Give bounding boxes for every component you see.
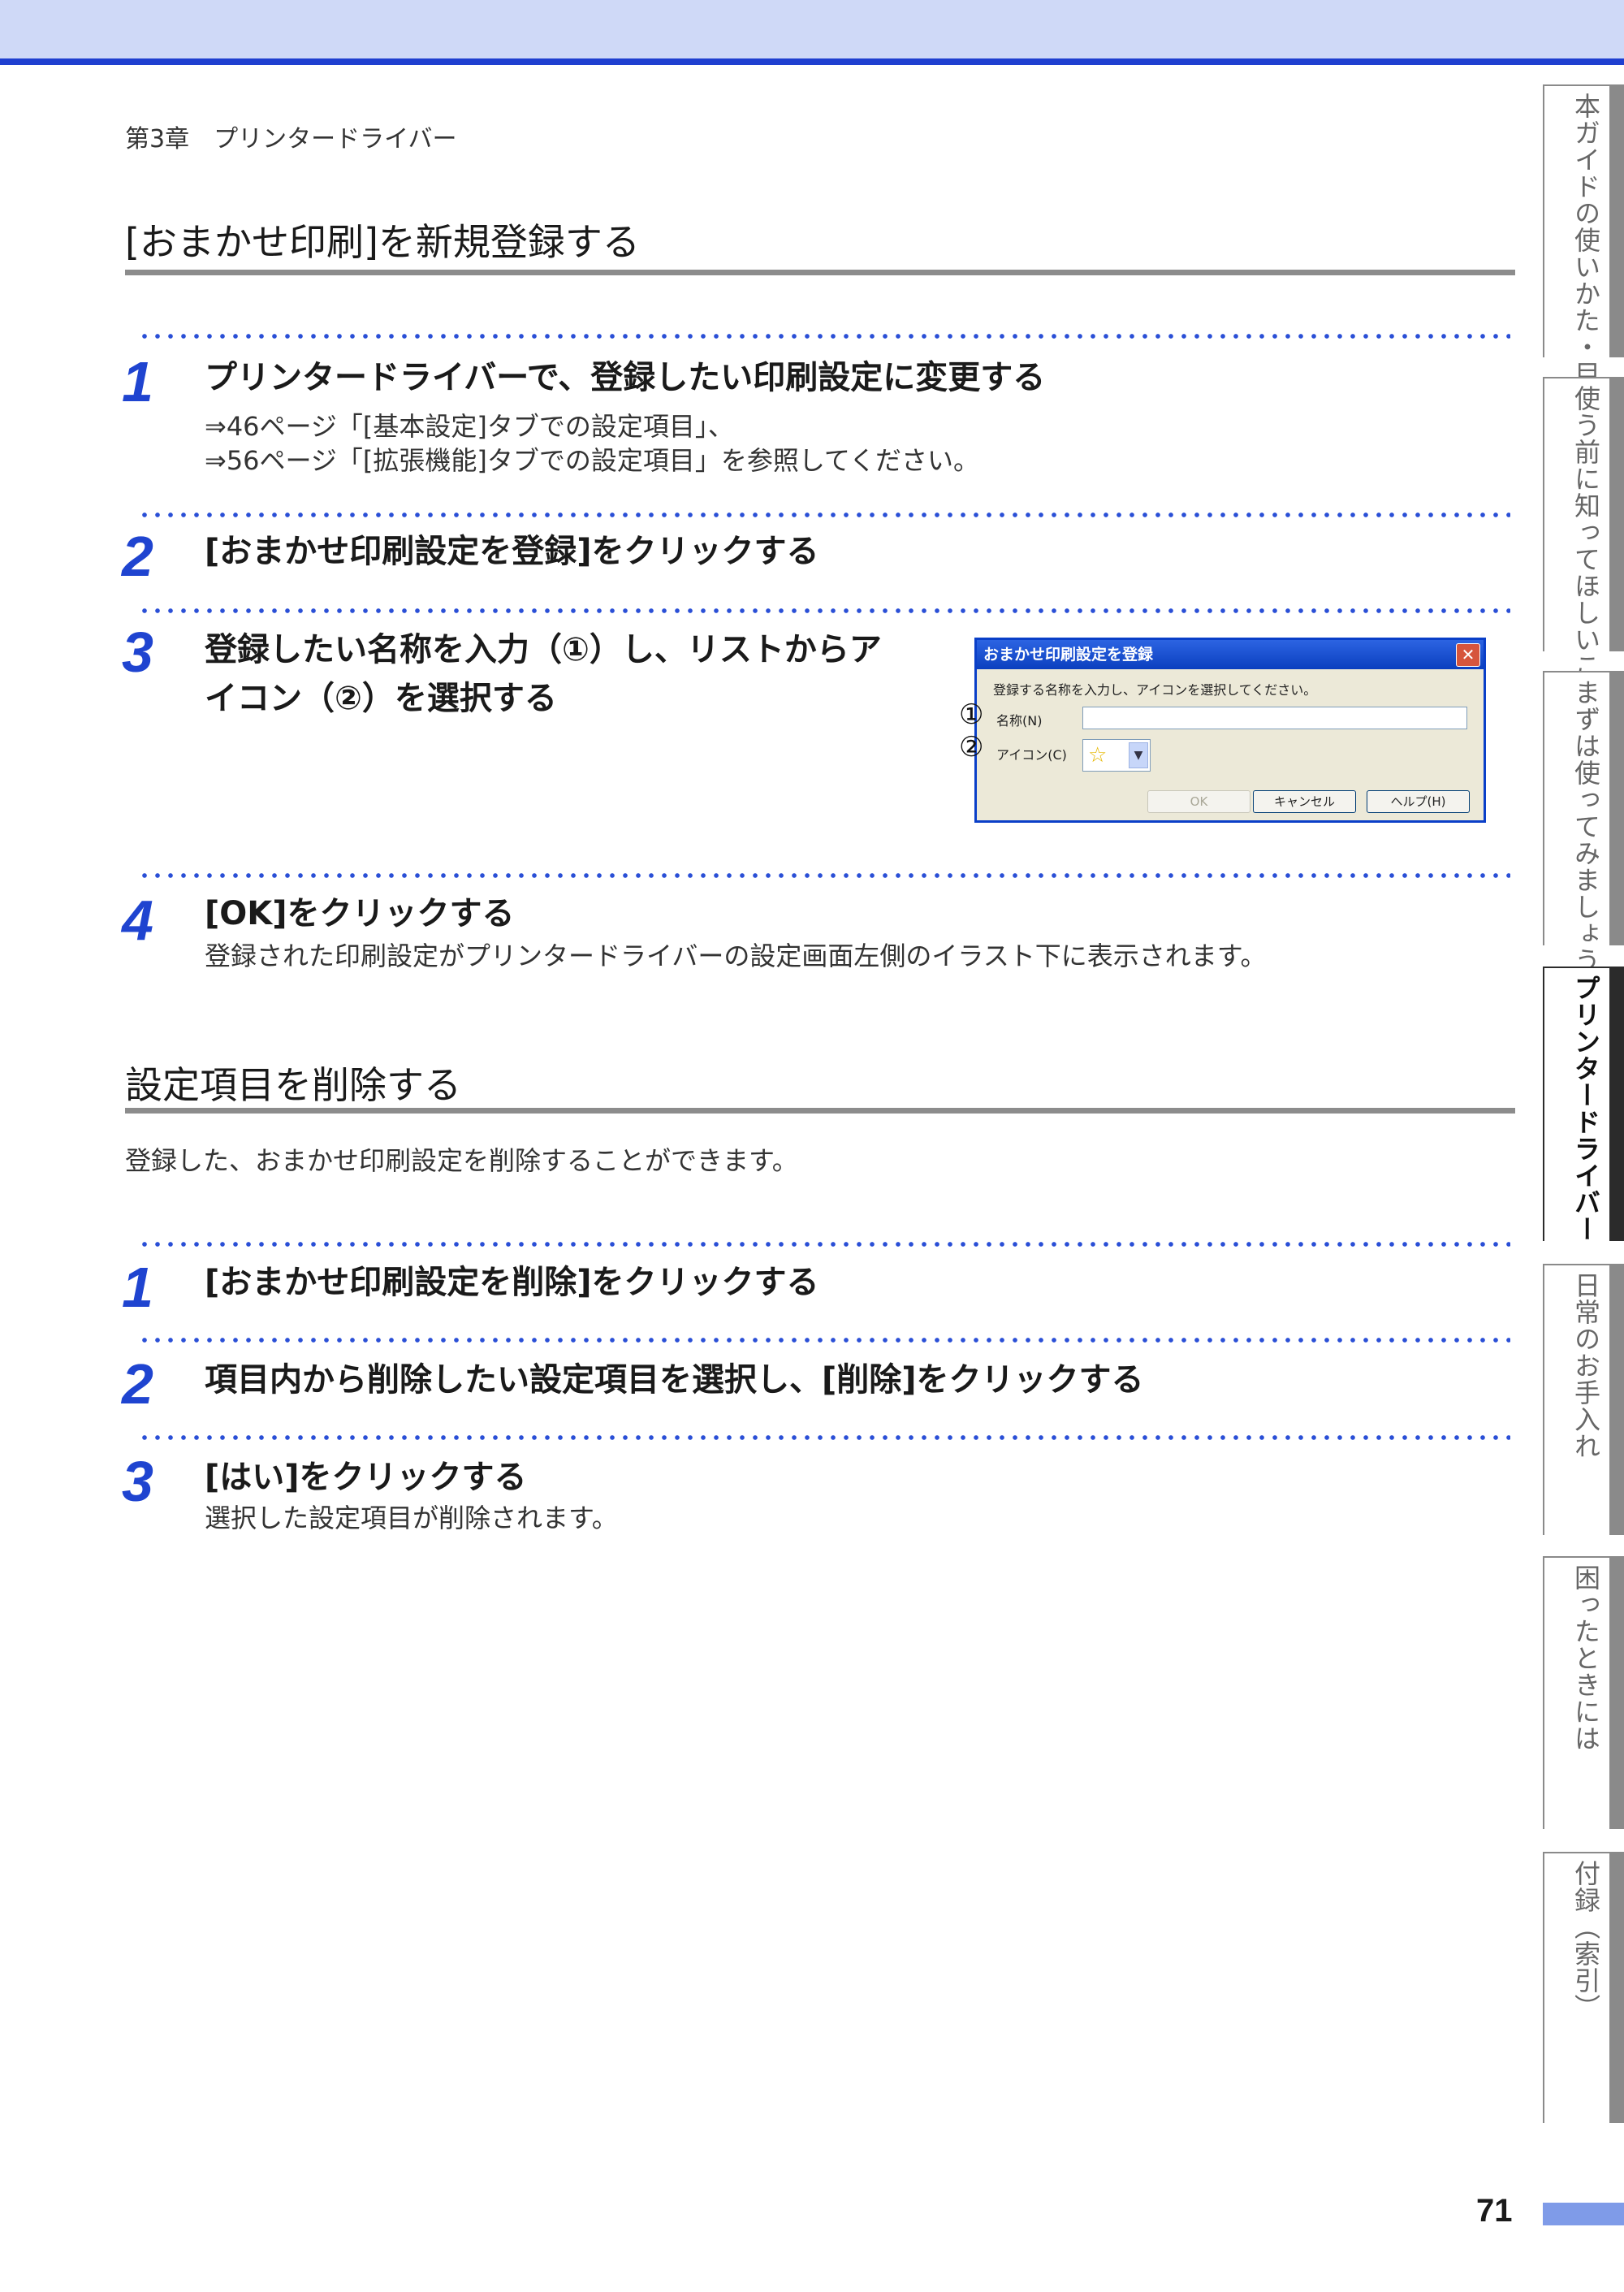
- dotted-divider: [138, 1337, 1510, 1343]
- callout-1: ①: [959, 698, 984, 731]
- step-description: 選択した設定項目が削除されます。: [205, 1503, 618, 1533]
- dialog-title: おまかせ印刷設定を登録: [983, 646, 1154, 664]
- icon-select[interactable]: ☆ ▼: [1082, 739, 1151, 772]
- star-icon: ☆: [1088, 743, 1108, 768]
- tab-label: 使う前に知ってほしいこと: [1570, 385, 1601, 707]
- header-line: [0, 58, 1624, 65]
- step-ref-line: ⇒56ページ「[拡張機能]タブでの設定項目」を参照してください。: [205, 445, 979, 476]
- page-number: 71: [1476, 2193, 1513, 2229]
- chapter-label: 第3章 プリンタードライバー: [125, 125, 457, 154]
- tab-label: プリンタードライバー: [1570, 975, 1601, 1243]
- section-title-delete: 設定項目を削除する: [125, 1063, 461, 1107]
- step-heading: [おまかせ印刷設定を登録]をクリックする: [205, 533, 819, 570]
- tab-printer-driver[interactable]: プリンタードライバー: [1543, 967, 1624, 1243]
- tab-label: まずは使ってみましょう: [1570, 679, 1601, 974]
- tab-appendix[interactable]: 付録（索引）: [1543, 1852, 1624, 2123]
- dialog-message: 登録する名称を入力し、アイコンを選択してください。: [993, 682, 1317, 698]
- tab-guide[interactable]: 本ガイドの使いかた・目次: [1543, 84, 1624, 414]
- dialog-titlebar: おまかせ印刷設定を登録 ✕: [977, 640, 1484, 669]
- tab-label: 日常のお手入れ: [1570, 1272, 1601, 1460]
- name-label: 名称(N): [996, 713, 1043, 729]
- section-rule: [125, 270, 1515, 275]
- dotted-divider: [138, 608, 1510, 614]
- tab-try-it[interactable]: まずは使ってみましょう: [1543, 671, 1624, 974]
- tab-label: 付録（索引）: [1570, 1860, 1601, 2021]
- tab-maintenance[interactable]: 日常のお手入れ: [1543, 1264, 1624, 1535]
- section-intro: 登録した、おまかせ印刷設定を削除することができます。: [125, 1145, 798, 1176]
- step-number: 3: [122, 621, 153, 684]
- step-heading: 登録したい名称を入力（①）し、リストからア: [205, 631, 882, 668]
- dotted-divider: [138, 333, 1510, 339]
- ok-button[interactable]: OK: [1147, 790, 1250, 813]
- dotted-divider: [138, 512, 1510, 518]
- dotted-divider: [138, 872, 1510, 879]
- step-number: 2: [122, 1352, 153, 1416]
- page-number-bar: [1543, 2203, 1624, 2225]
- step-number: 2: [122, 525, 153, 588]
- step-ref-line: ⇒46ページ「[基本設定]タブでの設定項目」、: [205, 411, 734, 442]
- step-heading: 項目内から削除したい設定項目を選択し、[削除]をクリックする: [205, 1361, 1144, 1399]
- step-description: 登録された印刷設定がプリンタードライバーの設定画面左側のイラスト下に表示されます…: [205, 941, 1267, 971]
- name-input[interactable]: [1082, 707, 1467, 729]
- tab-label: 本ガイドの使いかた・目次: [1570, 93, 1601, 414]
- section-rule: [125, 1108, 1515, 1114]
- register-dialog: おまかせ印刷設定を登録 ✕ 登録する名称を入力し、アイコンを選択してください。 …: [974, 638, 1486, 823]
- tab-label: 困ったときには: [1570, 1564, 1601, 1752]
- step-heading: イコン（②）を選択する: [205, 680, 557, 717]
- step-number: 1: [122, 1256, 153, 1319]
- step-number: 1: [122, 350, 153, 413]
- callout-2: ②: [959, 731, 984, 763]
- cancel-button[interactable]: キャンセル: [1253, 790, 1356, 813]
- step-number: 4: [122, 889, 153, 952]
- header-band: [0, 0, 1624, 58]
- help-button[interactable]: ヘルプ(H): [1367, 790, 1470, 813]
- dotted-divider: [138, 1241, 1510, 1248]
- step-heading: [はい]をクリックする: [205, 1459, 527, 1496]
- tab-before-use[interactable]: 使う前に知ってほしいこと: [1543, 377, 1624, 707]
- step-heading: プリンタードライバーで、登録したい印刷設定に変更する: [205, 359, 1046, 396]
- tab-troubleshooting[interactable]: 困ったときには: [1543, 1556, 1624, 1829]
- step-number: 3: [122, 1450, 153, 1513]
- step-heading: [おまかせ印刷設定を削除]をクリックする: [205, 1264, 819, 1301]
- close-icon[interactable]: ✕: [1456, 643, 1480, 667]
- dotted-divider: [138, 1434, 1510, 1441]
- chevron-down-icon[interactable]: ▼: [1129, 742, 1148, 768]
- step-heading: [OK]をクリックする: [205, 895, 515, 932]
- icon-label: アイコン(C): [996, 747, 1067, 763]
- section-title-register: [おまかせ印刷]を新規登録する: [125, 220, 640, 264]
